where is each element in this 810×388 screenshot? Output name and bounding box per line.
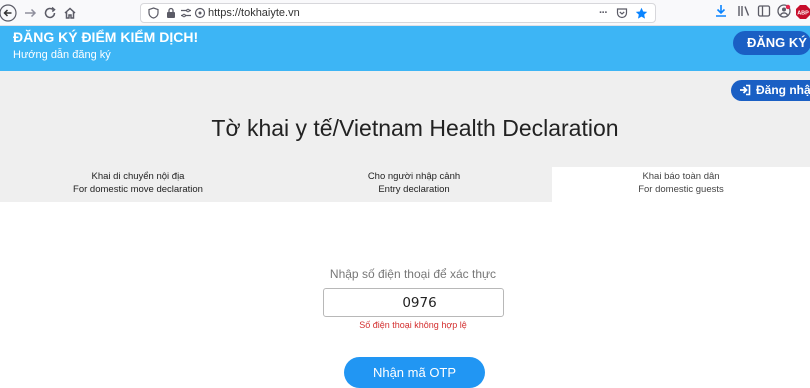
tab-domestic-move[interactable]: Khai di chuyển nội địa For domestic move… (0, 167, 276, 202)
tab-label-en: Entry declaration (378, 183, 450, 195)
adblock-extension-icon[interactable]: ABP (794, 4, 810, 22)
get-otp-button[interactable]: Nhận mã OTP (344, 357, 485, 388)
quarantine-banner: ĐĂNG KÝ ĐIỂM KIỂM DỊCH! Hướng dẫn đăng k… (0, 26, 810, 71)
bookmark-star-icon[interactable] (635, 7, 648, 19)
declaration-header: Đăng nhập Tờ khai y tế/Vietnam Health De… (0, 71, 810, 202)
tab-entry[interactable]: Cho người nhập cảnh Entry declaration (276, 167, 552, 202)
tab-label-vi: Cho người nhập cảnh (367, 171, 461, 182)
tab-label-vi: Khai báo toàn dân (642, 171, 720, 182)
lock-icon[interactable] (165, 7, 177, 19)
browser-toolbar: https://tokhaiyte.vn ··· ABP (0, 0, 810, 26)
back-button[interactable] (0, 3, 18, 23)
tab-domestic-guests[interactable]: Khai báo toàn dân For domestic guests (552, 167, 810, 202)
login-icon (740, 84, 751, 96)
sidebar-icon[interactable] (755, 4, 773, 22)
tab-label-en: For domestic guests (638, 183, 724, 195)
pocket-icon[interactable] (616, 7, 628, 19)
downloads-icon[interactable] (712, 4, 730, 22)
login-button[interactable]: Đăng nhập (731, 80, 810, 101)
phone-number-input[interactable] (323, 288, 504, 317)
shield-icon[interactable] (147, 7, 159, 19)
library-icon[interactable] (735, 4, 753, 22)
home-button[interactable] (60, 3, 80, 23)
banner-title: ĐĂNG KÝ ĐIỂM KIỂM DỊCH! (13, 29, 199, 45)
tab-label-vi: Khai di chuyển nội địa (91, 171, 185, 182)
declaration-tabs: Khai di chuyển nội địa For domestic move… (0, 167, 810, 202)
register-button[interactable]: ĐĂNG KÝ (733, 31, 810, 55)
login-label: Đăng nhập (756, 83, 810, 97)
url-text[interactable]: https://tokhaiyte.vn (208, 7, 300, 20)
adblock-badge-text: ABP (797, 11, 809, 17)
phone-field-label: Nhập số điện thoại để xác thực (329, 267, 497, 281)
address-bar[interactable]: https://tokhaiyte.vn ··· (140, 3, 656, 23)
forward-button[interactable] (20, 3, 40, 23)
account-icon[interactable] (775, 4, 793, 22)
reload-button[interactable] (40, 3, 60, 23)
permissions-icon[interactable] (180, 7, 192, 19)
more-actions-icon[interactable]: ··· (597, 7, 609, 19)
page-title: Tờ khai y tế/Vietnam Health Declaration (211, 115, 619, 141)
phone-error-message: Số điện thoại không hợp lệ (359, 320, 467, 330)
camera-icon[interactable] (194, 7, 206, 19)
registration-guide-link[interactable]: Hướng dẫn đăng ký (13, 49, 111, 61)
tab-label-en: For domestic move declaration (73, 183, 203, 195)
